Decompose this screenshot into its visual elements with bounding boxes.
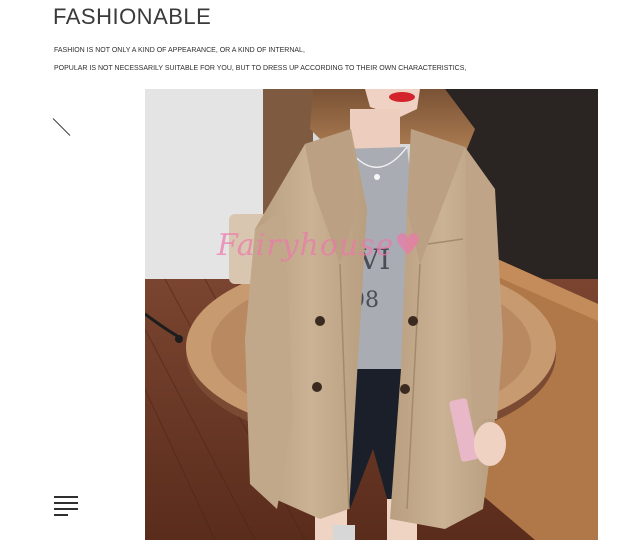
product-photo-illustration: VI 98 — [145, 89, 598, 540]
brand-watermark: Fairyhouse♥ — [217, 228, 423, 263]
page-title: FASHIONABLE — [53, 4, 212, 29]
menu-lines-icon — [54, 496, 78, 518]
description-line-1: FASHION IS NOT ONLY A KIND OF APPEARANCE… — [54, 47, 305, 54]
product-photo: VI 98 Fairyhouse♥ — [145, 89, 598, 540]
description-line-2: POPULAR IS NOT NECESSARILY SUITABLE FOR … — [54, 65, 467, 72]
diagonal-line-icon — [52, 118, 71, 136]
